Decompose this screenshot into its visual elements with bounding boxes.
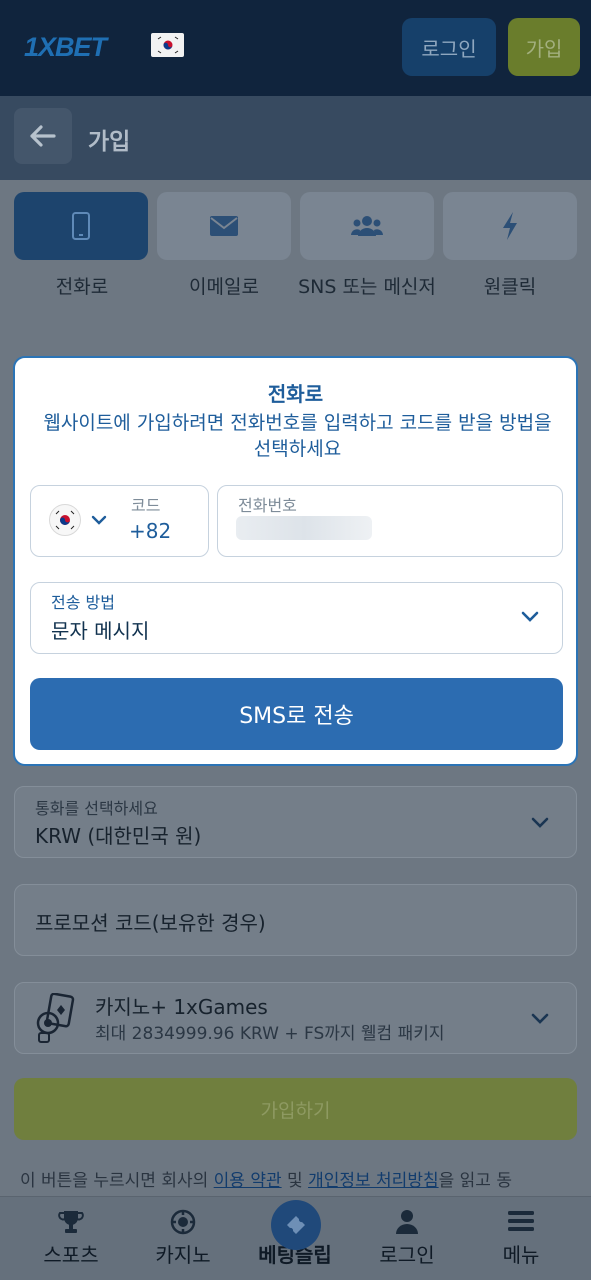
tab-one-click[interactable] [443, 192, 577, 260]
tab-email[interactable] [157, 192, 291, 260]
chevron-down-icon [531, 1013, 549, 1024]
country-code-select[interactable]: 코드 +82 [30, 485, 209, 557]
top-header: 1XBET 로그인 가입 [0, 0, 591, 96]
signup-submit-button[interactable]: 가입하기 [14, 1078, 577, 1140]
terms-pre: 이 버튼을 누르시면 회사의 [20, 1171, 214, 1191]
sub-header: 가입 [0, 96, 591, 180]
envelope-icon [210, 216, 238, 236]
currency-label: 통화를 선택하세요 [35, 799, 158, 818]
casino-chip-icon [170, 1209, 196, 1235]
promo-placeholder: 프로모션 코드(보유한 경우) [35, 911, 266, 935]
code-label: 코드 [131, 496, 161, 515]
method-label: 전송 방법 [51, 593, 115, 612]
betslip-button[interactable] [271, 1200, 321, 1250]
tab-sns-label[interactable]: SNS 또는 메신저 [292, 276, 442, 298]
tab-sns[interactable] [300, 192, 434, 260]
code-value: +82 [129, 519, 172, 543]
nav-sports[interactable]: 스포츠 [16, 1197, 126, 1280]
terms-post: 을 읽고 동 [438, 1171, 512, 1191]
chevron-down-icon [521, 611, 539, 622]
bonus-subtitle: 최대 2834999.96 KRW + FS까지 웰컴 패키지 [95, 1024, 445, 1044]
tab-email-label[interactable]: 이메일로 [149, 276, 299, 298]
tab-one-click-label[interactable]: 원클릭 [435, 276, 585, 298]
arrow-left-icon [30, 125, 56, 147]
brand-logo[interactable]: 1XBET [24, 32, 107, 63]
phone-registration-modal: 전화로 웹사이트에 가입하려면 전화번호를 입력하고 코드를 받을 방법을 선택… [13, 356, 578, 766]
trophy-icon [58, 1211, 84, 1233]
phone-number-value [236, 516, 372, 540]
back-button[interactable] [14, 108, 72, 164]
bonus-title: 카지노+ 1xGames [95, 995, 268, 1019]
tab-phone[interactable] [14, 192, 148, 260]
delivery-method-select[interactable]: 전송 방법 문자 메시지 [30, 582, 563, 654]
join-button[interactable]: 가입 [508, 18, 580, 76]
promo-code-input[interactable]: 프로모션 코드(보유한 경우) [14, 884, 577, 956]
currency-select[interactable]: 통화를 선택하세요 KRW (대한민국 원) [14, 786, 577, 858]
nav-sports-label: 스포츠 [43, 1243, 99, 1267]
modal-title: 전화로 [267, 382, 324, 406]
chevron-down-icon [531, 817, 549, 828]
nav-login[interactable]: 로그인 [352, 1197, 462, 1280]
currency-value: KRW (대한민국 원) [35, 824, 202, 848]
modal-description: 웹사이트에 가입하려면 전화번호를 입력하고 코드를 받을 방법을 선택하세요 [43, 412, 552, 460]
phone-icon [72, 212, 90, 240]
users-icon [351, 216, 383, 236]
chevron-down-icon [91, 515, 107, 525]
nav-casino-label: 카지노 [155, 1243, 211, 1267]
tab-phone-label[interactable]: 전화로 [7, 276, 157, 298]
ticket-icon [287, 1216, 305, 1234]
terms-of-use-link[interactable]: 이용 약관 [214, 1171, 282, 1191]
korea-flag-icon [49, 504, 81, 536]
nav-casino[interactable]: 카지노 [128, 1197, 238, 1280]
korea-flag-icon[interactable] [151, 33, 184, 57]
bonus-select[interactable]: 카지노+ 1xGames 최대 2834999.96 KRW + FS까지 웰컴… [14, 982, 577, 1054]
nav-login-label: 로그인 [379, 1243, 435, 1267]
terms-text: 이 버튼을 누르시면 회사의 이용 약관 및 개인정보 처리방침을 읽고 동 [20, 1166, 580, 1191]
phone-number-input[interactable]: 전화번호 [217, 485, 563, 557]
casino-cards-icon [36, 993, 75, 1043]
login-button[interactable]: 로그인 [402, 18, 496, 76]
terms-mid: 및 [281, 1171, 309, 1191]
phone-label: 전화번호 [238, 496, 297, 515]
method-value: 문자 메시지 [51, 619, 150, 643]
privacy-policy-link[interactable]: 개인정보 처리방침 [308, 1171, 439, 1191]
nav-menu-label: 메뉴 [502, 1243, 540, 1267]
menu-icon [508, 1211, 534, 1231]
send-sms-button[interactable]: SMS로 전송 [30, 678, 563, 750]
page-title: 가입 [88, 129, 131, 155]
lightning-icon [503, 212, 517, 240]
user-icon [396, 1210, 418, 1234]
nav-menu[interactable]: 메뉴 [466, 1197, 576, 1280]
